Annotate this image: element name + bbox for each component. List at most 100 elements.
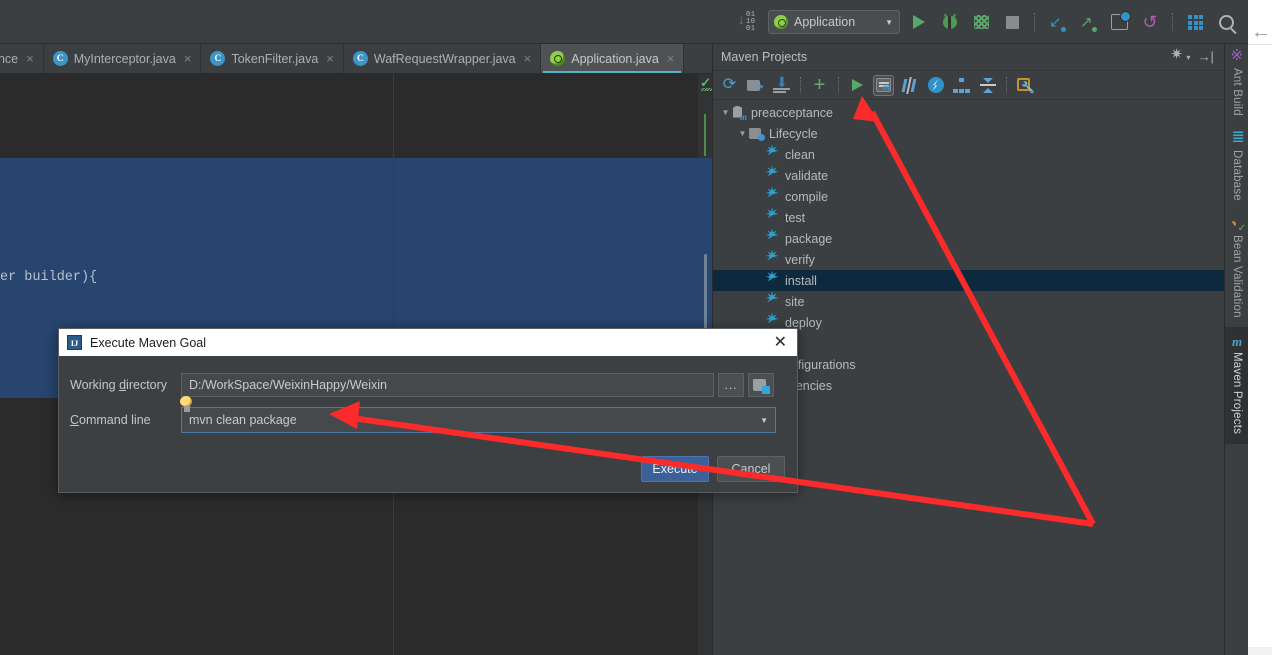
browse-directory-button[interactable]: ... xyxy=(718,373,744,397)
generate-sources-button[interactable]: ⟳ xyxy=(745,75,766,96)
execute-maven-goal-button[interactable]: m xyxy=(873,74,894,96)
update-project-button[interactable]: ↙ xyxy=(1045,10,1069,34)
collapse-all-button[interactable] xyxy=(977,75,998,96)
close-icon[interactable]: × xyxy=(524,51,532,66)
tree-row-verify[interactable]: verify xyxy=(713,248,1225,270)
divider xyxy=(1248,44,1272,45)
editor-tab-active[interactable]: Application.java × xyxy=(541,44,685,73)
show-binary-icon[interactable]: ↓ 01 10 01 xyxy=(737,10,761,34)
tree-row-label: validate xyxy=(785,168,829,183)
search-everywhere-button[interactable] xyxy=(1214,10,1238,34)
vcs-commit-icon: ↗ xyxy=(1079,13,1097,32)
editor-code-line: er builder){ xyxy=(0,270,98,285)
tree-row-site[interactable]: site xyxy=(713,290,1225,312)
close-icon[interactable]: × xyxy=(326,51,334,66)
download-sources-button[interactable]: ⬇ xyxy=(771,75,792,96)
stop-button[interactable] xyxy=(1000,10,1024,34)
java-class-icon: C xyxy=(352,51,368,66)
history-button[interactable] xyxy=(1107,10,1131,34)
plus-icon: + xyxy=(813,74,826,96)
goal-gear-icon xyxy=(765,185,780,204)
debug-button[interactable] xyxy=(938,10,962,34)
tree-row-clean[interactable]: clean xyxy=(713,143,1225,165)
tree-row-label: package xyxy=(785,231,833,246)
tree-row-validate[interactable]: validate xyxy=(713,164,1225,186)
dialog-title-bar: Execute Maven Goal ✕ xyxy=(59,329,797,356)
toolbar-divider-2 xyxy=(838,77,839,93)
maven-settings-button[interactable]: 🔧 xyxy=(1015,75,1036,96)
panel-hide-button[interactable]: →| xyxy=(1200,50,1216,65)
reimport-button[interactable]: ⟳ xyxy=(719,75,740,96)
editor-tab[interactable]: C MyInterceptor.java × xyxy=(43,44,202,73)
goal-gear-icon xyxy=(765,164,780,183)
tree-row-install[interactable]: install xyxy=(713,269,1225,291)
goal-gear-icon xyxy=(765,269,780,288)
grid-icon xyxy=(1187,14,1203,30)
toolbar-divider xyxy=(800,77,801,93)
show-dependencies-button[interactable] xyxy=(951,75,972,96)
run-configuration-selector[interactable]: Application ▼ xyxy=(768,10,900,34)
vcs-rollback-icon: ↺ xyxy=(1142,12,1158,32)
close-icon[interactable]: × xyxy=(26,51,34,66)
close-icon[interactable]: ✕ xyxy=(770,334,791,351)
select-module-folder-button[interactable] xyxy=(748,373,774,397)
run-with-coverage-button[interactable] xyxy=(969,10,993,34)
back-arrow-icon[interactable]: ← xyxy=(1251,22,1271,42)
maven-panel-title: Maven Projects xyxy=(721,50,808,64)
close-icon[interactable]: × xyxy=(184,51,192,66)
editor-tab-label: MyInterceptor.java xyxy=(73,51,176,66)
tree-row-package[interactable]: package xyxy=(713,227,1225,249)
goal-gear-icon xyxy=(765,248,780,267)
chevron-down-icon: ▼ xyxy=(885,17,893,27)
add-maven-project-button[interactable]: + xyxy=(809,75,830,96)
inspection-ok-icon[interactable]: ✓ xyxy=(700,76,712,91)
right-tool-window-bar: Ant Build Database Bean Validation m Mav… xyxy=(1224,44,1249,655)
play-icon xyxy=(913,15,925,29)
toggle-offline-mode-button[interactable] xyxy=(925,75,946,96)
close-icon[interactable]: × xyxy=(667,51,675,66)
sidebar-item-bean-validation[interactable]: Bean Validation xyxy=(1225,211,1249,328)
expand-twisty-icon[interactable]: ▼ xyxy=(719,108,732,117)
java-class-icon: C xyxy=(52,51,68,66)
toggle-skip-tests-button[interactable] xyxy=(899,75,920,96)
play-icon xyxy=(852,79,863,91)
bug-icon xyxy=(943,15,957,29)
tree-row-test[interactable]: test xyxy=(713,206,1225,228)
command-line-label: Command line xyxy=(70,413,151,427)
chevron-down-icon[interactable]: ▼ xyxy=(760,416,768,425)
toolbar-divider-2 xyxy=(1172,13,1173,31)
commit-button[interactable]: ↗ xyxy=(1076,10,1100,34)
run-build-button[interactable] xyxy=(847,75,868,96)
expand-twisty-icon[interactable]: ▼ xyxy=(736,129,749,138)
database-icon xyxy=(1231,130,1245,146)
intellij-idea-icon xyxy=(67,335,82,350)
tree-row-lifecycle[interactable]: ▼ Lifecycle xyxy=(713,123,1225,144)
editor-tab-label: Application.java xyxy=(571,51,659,66)
sidebar-item-ant-build[interactable]: Ant Build xyxy=(1225,44,1249,126)
working-directory-value: D:/WorkSpace/WeixinHappy/Weixin xyxy=(189,378,387,392)
maven-m-icon: m xyxy=(1231,334,1243,350)
editor-tab[interactable]: C TokenFilter.java × xyxy=(201,44,344,73)
tree-row-preacceptance[interactable]: ▼ m preacceptance xyxy=(713,102,1225,123)
database-button[interactable] xyxy=(1183,10,1207,34)
editor-tab[interactable]: C WafRequestWrapper.java × xyxy=(343,44,542,73)
run-button[interactable] xyxy=(907,10,931,34)
chevron-down-icon: ▾ xyxy=(1186,52,1191,62)
goal-gear-icon xyxy=(765,290,780,309)
generate-sources-icon: ⟳ xyxy=(747,78,764,93)
search-icon xyxy=(1218,14,1234,30)
execute-button[interactable]: Execute xyxy=(641,456,709,482)
rollback-button[interactable]: ↺ xyxy=(1138,10,1162,34)
maven-settings-icon: 🔧 xyxy=(1017,77,1035,93)
panel-settings-button[interactable]: ▾ xyxy=(1170,47,1191,64)
offline-mode-icon xyxy=(927,77,944,93)
command-line-input[interactable]: mvn clean package ▼ xyxy=(181,407,776,433)
tree-row-compile[interactable]: compile xyxy=(713,185,1225,207)
tree-row-label: verify xyxy=(785,252,815,267)
sidebar-item-maven-projects[interactable]: m Maven Projects xyxy=(1225,327,1249,445)
cancel-button[interactable]: Cancel xyxy=(717,456,785,482)
sidebar-item-database[interactable]: Database xyxy=(1225,126,1249,211)
editor-tab[interactable]: ance × xyxy=(0,44,44,73)
working-directory-input[interactable]: D:/WorkSpace/WeixinHappy/Weixin xyxy=(181,373,714,397)
lightbulb-icon[interactable] xyxy=(180,396,193,414)
